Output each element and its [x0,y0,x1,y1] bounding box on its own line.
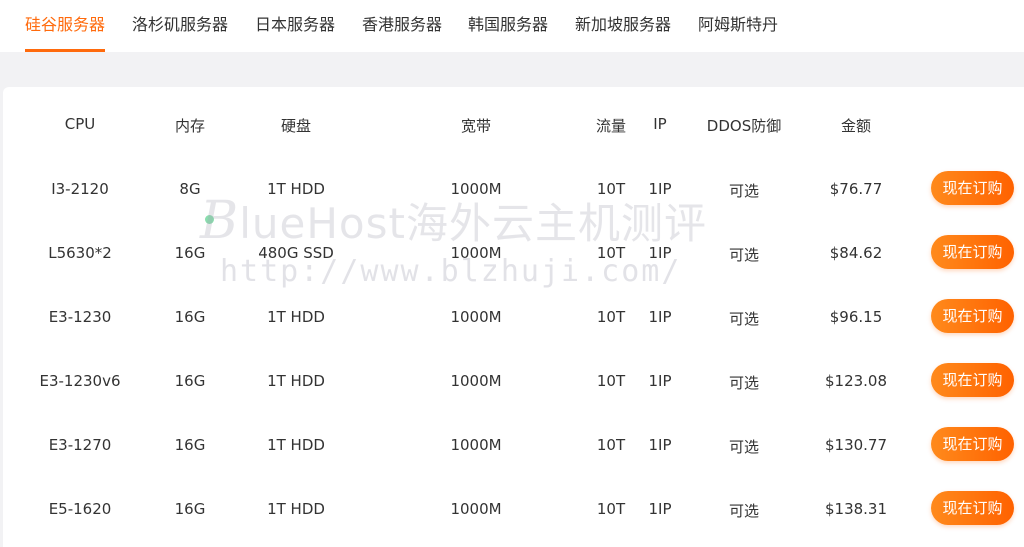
cell-memory: 16G [174,372,206,390]
header-ip: IP [653,115,667,133]
cell-traffic: 10T [596,180,626,198]
cell-traffic: 10T [596,436,626,454]
header-memory: 内存 [174,117,206,135]
tab-los-angeles[interactable]: 洛杉矶服务器 [132,0,228,52]
cell-disk: 1T HDD [267,308,325,326]
cell-ip: 1IP [648,308,672,326]
cell-cpu: E3-1230 [48,308,112,326]
cell-traffic: 10T [596,308,626,326]
cell-ip: 1IP [648,436,672,454]
cell-ddos: 可选 [728,438,760,456]
header-ddos: DDOS防御 [706,117,782,135]
cell-disk: 1T HDD [267,436,325,454]
tab-japan[interactable]: 日本服务器 [255,0,335,52]
header-bandwidth: 宽带 [460,117,492,135]
cell-traffic: 10T [596,244,626,262]
cell-bandwidth: 1000M [450,180,502,198]
order-button[interactable]: 现在订购 [931,491,1014,525]
order-button[interactable]: 现在订购 [931,171,1014,205]
cell-price: $84.62 [829,244,883,262]
cell-ip: 1IP [648,372,672,390]
cell-ip: 1IP [648,244,672,262]
cell-ddos: 可选 [728,374,760,392]
cell-price: $138.31 [824,500,888,518]
cell-memory: 16G [174,500,206,518]
cell-price: $123.08 [824,372,888,390]
cell-disk: 480G SSD [258,244,334,262]
tab-hong-kong[interactable]: 香港服务器 [362,0,442,52]
tab-singapore[interactable]: 新加坡服务器 [575,0,671,52]
cell-cpu: L5630*2 [48,244,112,262]
cell-price: $96.15 [829,308,883,326]
cell-ip: 1IP [648,180,672,198]
cell-ddos: 可选 [728,246,760,264]
cell-ip: 1IP [648,500,672,518]
cell-disk: 1T HDD [267,372,325,390]
cell-cpu: E5-1620 [48,500,112,518]
cell-ddos: 可选 [728,502,760,520]
cell-ddos: 可选 [728,182,760,200]
order-button[interactable]: 现在订购 [931,235,1014,269]
cell-bandwidth: 1000M [450,372,502,390]
tab-amsterdam[interactable]: 阿姆斯特丹 [698,0,778,52]
order-button[interactable]: 现在订购 [931,427,1014,461]
cell-bandwidth: 1000M [450,308,502,326]
cell-cpu: I3-2120 [51,180,109,198]
order-button[interactable]: 现在订购 [931,363,1014,397]
cell-bandwidth: 1000M [450,436,502,454]
cell-price: $130.77 [824,436,888,454]
region-tab-bar: 硅谷服务器 洛杉矶服务器 日本服务器 香港服务器 韩国服务器 新加坡服务器 阿姆… [0,0,1024,52]
tab-silicon-valley[interactable]: 硅谷服务器 [25,0,106,52]
cell-memory: 16G [174,308,206,326]
cell-memory: 16G [174,244,206,262]
cell-bandwidth: 1000M [450,500,502,518]
cell-traffic: 10T [596,500,626,518]
cell-ddos: 可选 [728,310,760,328]
header-disk: 硬盘 [280,117,312,135]
tab-korea[interactable]: 韩国服务器 [468,0,548,52]
header-price: 金额 [840,117,872,135]
header-cpu: CPU [64,115,96,133]
cell-memory: 16G [174,436,206,454]
watermark-dot [205,215,214,224]
order-button[interactable]: 现在订购 [931,299,1014,333]
cell-disk: 1T HDD [267,500,325,518]
cell-memory: 8G [179,180,201,198]
cell-cpu: E3-1230v6 [39,372,121,390]
cell-cpu: E3-1270 [48,436,112,454]
cell-price: $76.77 [829,180,883,198]
cell-disk: 1T HDD [267,180,325,198]
header-traffic: 流量 [595,117,627,135]
cell-bandwidth: 1000M [450,244,502,262]
cell-traffic: 10T [596,372,626,390]
